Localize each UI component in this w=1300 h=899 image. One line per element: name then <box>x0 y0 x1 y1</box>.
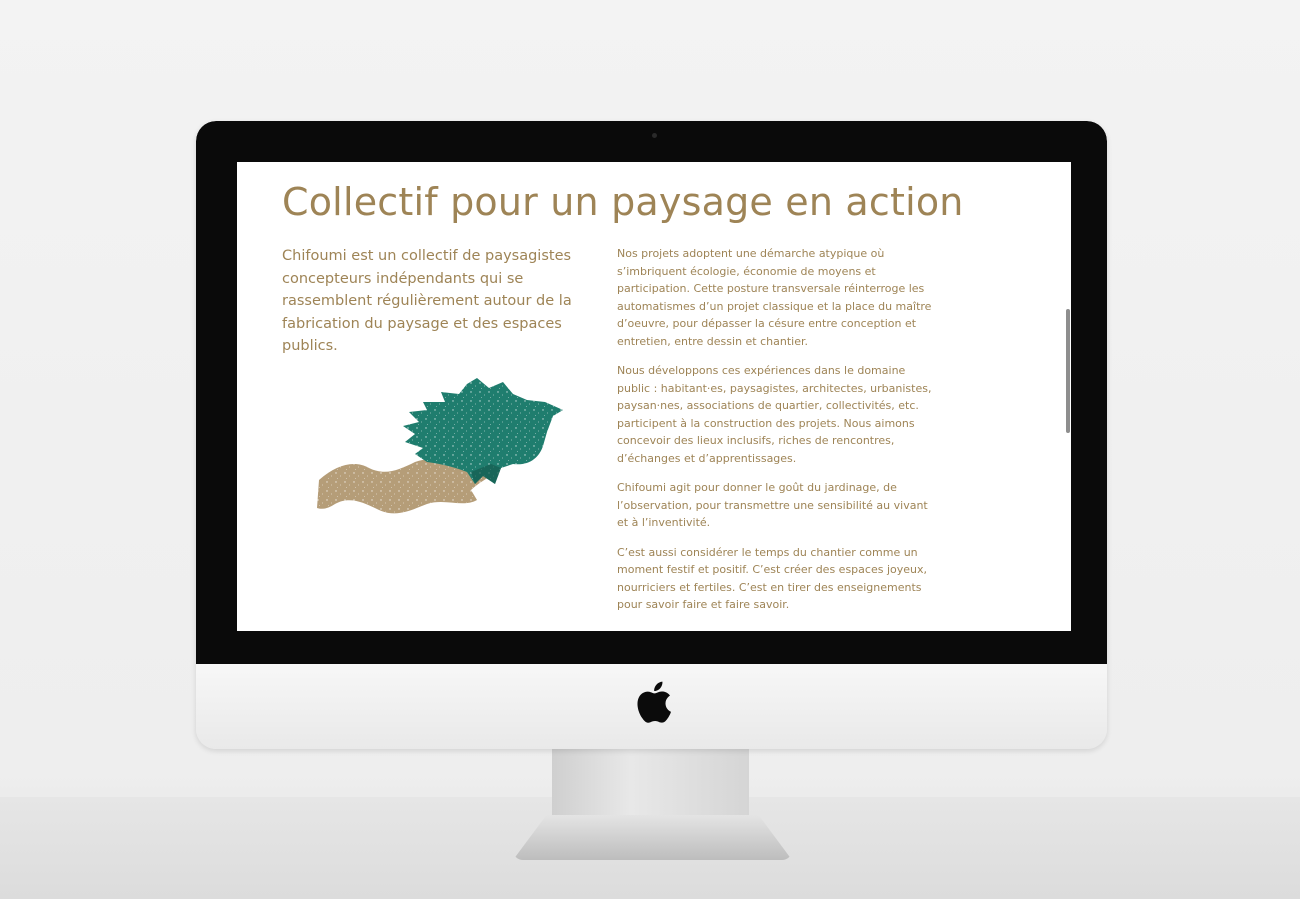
body-text-column: Nos projets adoptent une démarche atypiq… <box>617 245 932 626</box>
intro-text: Chifoumi est un collectif de paysagistes… <box>282 248 572 354</box>
monitor-stand-foot <box>513 815 792 860</box>
page-title: Collectif pour un paysage en action <box>282 180 964 224</box>
browser-viewport: Collectif pour un paysage en action Chif… <box>237 162 1071 631</box>
camera-icon <box>652 133 657 138</box>
scrollbar[interactable] <box>1066 309 1070 433</box>
body-paragraph: Nous développons ces expériences dans le… <box>617 364 932 465</box>
bird-hand-illustration <box>317 378 563 514</box>
apple-logo-icon <box>637 681 671 723</box>
monitor-stand-neck <box>552 749 749 819</box>
body-paragraph: Chifoumi agit pour donner le goût du jar… <box>617 481 928 529</box>
body-paragraph: Nos projets adoptent une démarche atypiq… <box>617 247 932 348</box>
body-paragraph: C’est aussi considérer le temps du chant… <box>617 545 927 612</box>
